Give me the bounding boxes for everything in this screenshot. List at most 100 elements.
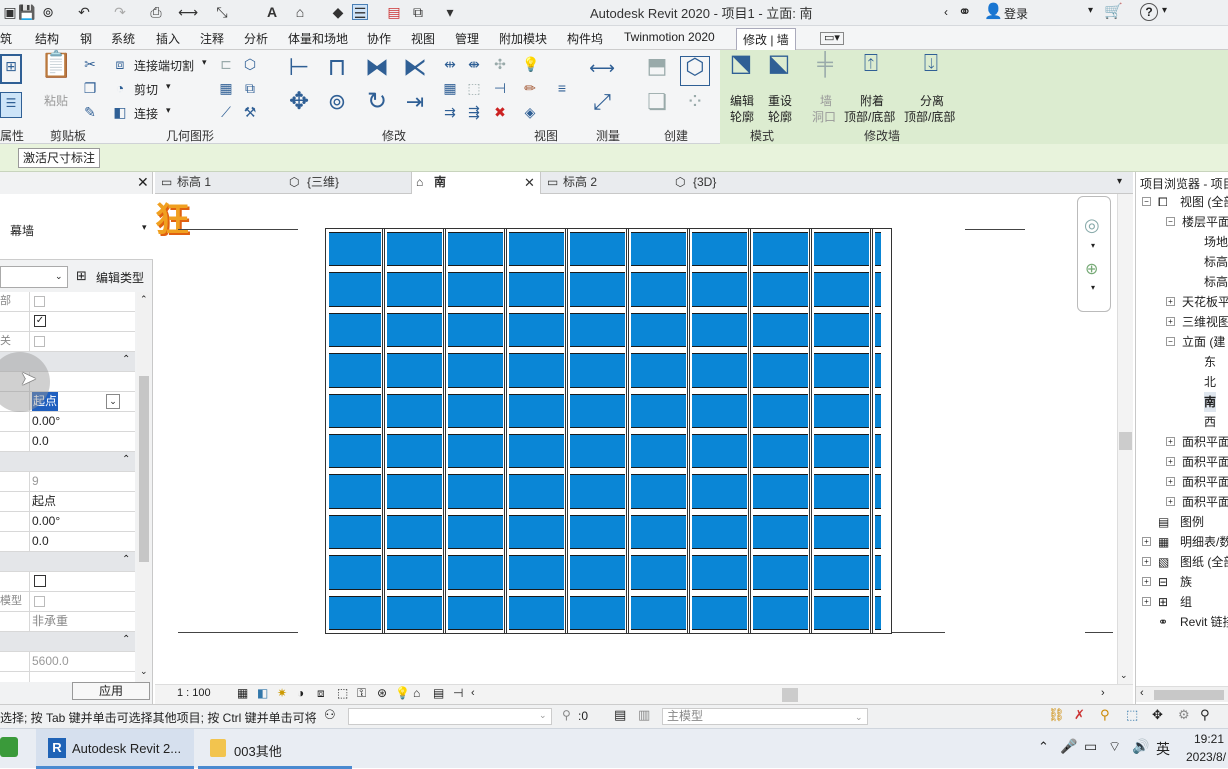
properties-scrollbar[interactable]: ⌃ ⌄ — [137, 292, 151, 682]
expand-icon[interactable]: + — [1166, 457, 1175, 466]
expand-icon[interactable]: + — [1166, 317, 1175, 326]
paste-label[interactable]: 粘贴 — [44, 92, 68, 109]
hscroll-left-icon[interactable]: ‹ — [471, 687, 475, 699]
curtain-panel[interactable] — [509, 514, 564, 550]
measure-icon[interactable]: ⟷ — [178, 4, 198, 20]
curtain-panel[interactable] — [570, 353, 625, 388]
sync-icon[interactable]: ⊚ — [40, 4, 56, 20]
pin-icon[interactable]: ⊣ — [492, 80, 508, 96]
curtain-panel[interactable] — [692, 474, 747, 509]
reset-profile-label-1[interactable]: 重设 — [768, 92, 792, 109]
trim-extend-icon[interactable]: ⇉ — [442, 104, 458, 120]
curtain-panel[interactable] — [448, 555, 503, 590]
collapse-icon[interactable]: ⌃ — [122, 354, 130, 365]
filter-dropdown-icon[interactable]: ⌄ — [55, 271, 63, 282]
start-icon[interactable] — [0, 737, 18, 757]
curtain-panel[interactable] — [448, 272, 503, 307]
curtain-panel[interactable] — [692, 312, 747, 348]
curtain-panel[interactable] — [753, 514, 808, 550]
attach-top-base-icon[interactable]: ⍐ — [856, 52, 886, 84]
browser-scroll-left-icon[interactable]: ‹ — [1140, 687, 1144, 699]
property-group-header[interactable]: ⌃ — [0, 552, 135, 572]
zoom-dropdown-icon[interactable]: ▾ — [1091, 283, 1095, 292]
create-similar-icon[interactable]: ⁘ — [680, 91, 710, 122]
curtain-panel[interactable] — [570, 393, 625, 428]
cart-icon[interactable]: 🛒 — [1104, 2, 1123, 20]
tab-south[interactable]: ⌂ 南 ✕ — [411, 172, 541, 194]
aligned-dimension-icon[interactable]: ⤢ — [586, 91, 618, 122]
crop-region-icon[interactable]: ⬚ — [337, 686, 348, 700]
split-element-icon[interactable]: ⇹ — [442, 56, 458, 72]
curtain-panel[interactable] — [570, 434, 625, 469]
scale-icon[interactable]: ⬚ — [466, 80, 482, 96]
tab-structure[interactable]: 结构 — [35, 30, 59, 47]
curtain-panel[interactable] — [814, 312, 869, 348]
reveal-hidden-icon[interactable]: 💡 — [395, 686, 410, 700]
curtain-panel[interactable] — [631, 474, 686, 509]
view-scale[interactable]: 1 : 100 — [177, 687, 211, 699]
curtain-panel[interactable] — [875, 595, 881, 630]
create-assembly-icon[interactable]: ⬒ — [642, 55, 672, 86]
hammer-icon[interactable]: ⚒ — [242, 104, 258, 120]
analytical-model-icon[interactable]: ▤ — [433, 686, 444, 700]
curtain-panel[interactable] — [692, 434, 747, 469]
override-graphics-icon[interactable]: ✏ — [522, 80, 538, 96]
activate-dimensions-button[interactable]: 激活尺寸标注 — [18, 148, 101, 168]
design-option-icon-2[interactable]: ▥ — [638, 707, 650, 723]
trim-icon[interactable]: ⇥ — [400, 91, 430, 122]
split-gap-icon[interactable]: ⇼ — [466, 56, 482, 72]
move-icon[interactable]: ✥ — [284, 90, 314, 122]
cut-join-dropdown-icon[interactable]: ▾ — [202, 57, 207, 68]
tab-3d[interactable]: ⬡ {3D} — [671, 172, 801, 194]
join-label[interactable]: 连接 — [134, 105, 158, 122]
temporary-hide-icon[interactable]: ⊛ — [377, 686, 387, 700]
curtain-panel[interactable] — [570, 514, 625, 550]
workset-dropdown[interactable]: ⌄ — [348, 708, 552, 725]
tab-manage[interactable]: 管理 — [455, 30, 479, 47]
cut-icon[interactable]: ✂ — [82, 56, 98, 72]
curtain-panel[interactable] — [692, 353, 747, 388]
curtain-panel[interactable] — [814, 232, 869, 267]
delete-icon[interactable]: ✖ — [492, 104, 508, 120]
curtain-panel[interactable] — [329, 312, 381, 348]
browser-hscroll[interactable]: ‹ — [1136, 686, 1228, 702]
curtain-panel[interactable] — [753, 474, 808, 509]
curtain-panel[interactable] — [631, 353, 686, 388]
edit-profile-icon[interactable]: ⬔ — [726, 52, 756, 84]
taskbar-app-revit[interactable]: R Autodesk Revit 2... — [36, 729, 194, 769]
linework-icon[interactable]: ◈ — [522, 104, 538, 120]
close-tab-icon[interactable]: ✕ — [524, 172, 535, 193]
copy-icon[interactable]: ❐ — [82, 80, 98, 96]
curtain-panel[interactable] — [631, 272, 686, 307]
curtain-panel[interactable] — [448, 353, 503, 388]
tray-expand-icon[interactable]: ⌃ — [1038, 739, 1049, 755]
curtain-panel[interactable] — [509, 353, 564, 388]
curtain-panel[interactable] — [814, 272, 869, 307]
curtain-panel[interactable] — [329, 474, 381, 509]
filter-status-icon[interactable]: ⚲ — [1200, 707, 1210, 723]
clock-time[interactable]: 19:21 — [1194, 732, 1224, 746]
curtain-panel[interactable] — [631, 232, 686, 267]
curtain-panel[interactable] — [329, 514, 381, 550]
curtain-panel[interactable] — [814, 595, 869, 630]
trim-multiple-icon[interactable]: ⇶ — [466, 104, 482, 120]
curtain-panel[interactable] — [753, 232, 808, 267]
join-dropdown-icon[interactable]: ▾ — [166, 105, 171, 116]
curtain-panel[interactable] — [387, 595, 442, 630]
curtain-panel[interactable] — [753, 312, 808, 348]
array-icon[interactable]: ▦ — [442, 80, 458, 96]
curtain-panel[interactable] — [387, 514, 442, 550]
property-group-header[interactable]: ⌃ — [0, 452, 135, 472]
curtain-panel[interactable] — [509, 555, 564, 590]
tab-3d-view[interactable]: ⬡ {三维} — [285, 172, 411, 194]
mullion[interactable] — [870, 229, 873, 633]
curtain-panel[interactable] — [875, 514, 881, 550]
wall-opening-icon[interactable]: ╪ — [812, 53, 838, 84]
unpin-icon[interactable]: ✣ — [492, 56, 508, 72]
curtain-panel[interactable] — [329, 595, 381, 630]
demolish-icon[interactable]: ⧉ — [242, 80, 258, 96]
vscroll-down-icon[interactable]: ⌄ — [1120, 670, 1128, 681]
tab-massing[interactable]: 体量和场地 — [288, 30, 348, 47]
instance-filter-dropdown[interactable]: ⌄ — [0, 266, 68, 288]
offset-icon[interactable]: ⊓ — [322, 56, 352, 88]
